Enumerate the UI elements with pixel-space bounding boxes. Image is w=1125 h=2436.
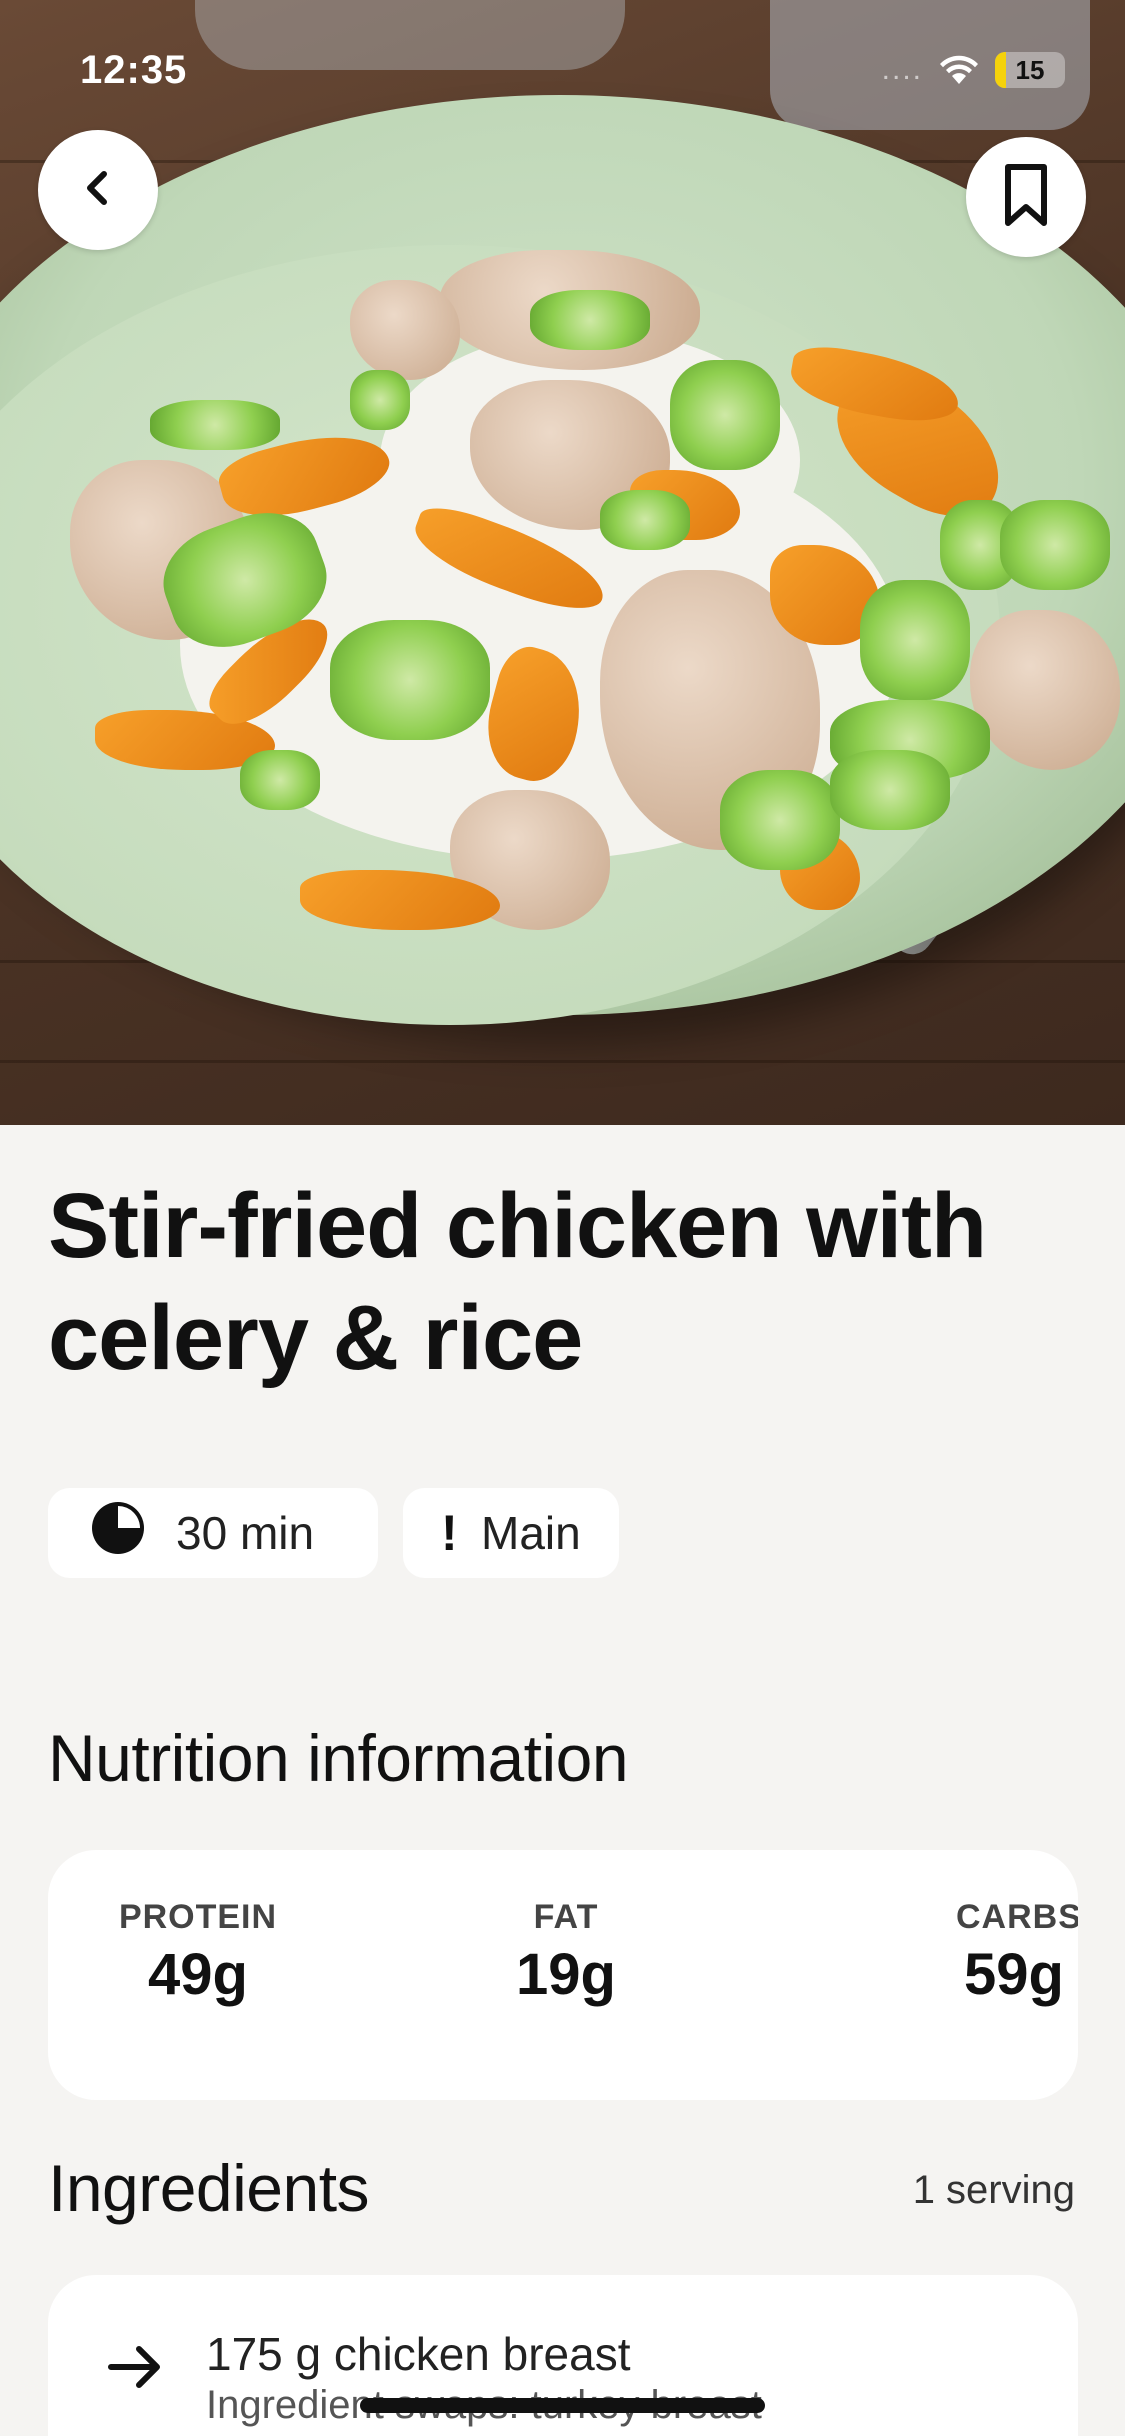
chevron-left-icon: [78, 168, 118, 213]
nutrition-value: 19g: [516, 1942, 616, 2007]
nutrition-value: 59g: [964, 1942, 1064, 2007]
status-bar: 12:35 .... 15: [0, 0, 1125, 140]
clock-icon: [90, 1500, 146, 1567]
nutrition-protein: PROTEIN 49g: [68, 1898, 328, 2008]
recipe-title: Stir-fried chicken with celery & rice: [48, 1175, 987, 1389]
serving-selector[interactable]: 1 serving: [913, 2168, 1075, 2213]
nutrition-label: CARBS: [956, 1898, 1078, 1936]
category-chip-label: Main: [481, 1507, 581, 1559]
nutrition-label: FAT: [533, 1898, 599, 1936]
recipe-chips: 30 min ! Main: [48, 1488, 619, 1578]
hero-photo: [0, 0, 1125, 1125]
nutrition-card: PROTEIN 49g FAT 19g CARBS 59g: [48, 1850, 1078, 2100]
exclamation-icon: !: [441, 1505, 458, 1561]
bookmark-icon: [1000, 161, 1052, 234]
signal-icon: ....: [881, 53, 923, 86]
bookmark-button[interactable]: [966, 137, 1086, 257]
battery-icon: 15: [995, 52, 1065, 88]
time-chip: 30 min: [48, 1488, 378, 1578]
wifi-icon: [935, 50, 983, 91]
nutrition-fat: FAT 19g: [436, 1898, 696, 2008]
status-time: 12:35: [80, 47, 188, 92]
ingredient-name: 175 g chicken breast: [206, 2328, 631, 2380]
ingredients-title: Ingredients: [48, 2151, 370, 2225]
time-chip-label: 30 min: [176, 1507, 315, 1559]
battery-level: 15: [1015, 54, 1045, 85]
status-icons: .... 15: [882, 50, 1065, 91]
nutrition-value: 49g: [148, 1942, 248, 2007]
home-indicator[interactable]: [360, 2398, 765, 2413]
nutrition-label: PROTEIN: [118, 1898, 278, 1936]
nutrition-carbs: CARBS 59g: [930, 1898, 1078, 2008]
arrow-right-icon: [103, 2335, 167, 2404]
back-button[interactable]: [38, 130, 158, 250]
nutrition-title: Nutrition information: [48, 1721, 629, 1795]
category-chip: ! Main: [403, 1488, 619, 1578]
